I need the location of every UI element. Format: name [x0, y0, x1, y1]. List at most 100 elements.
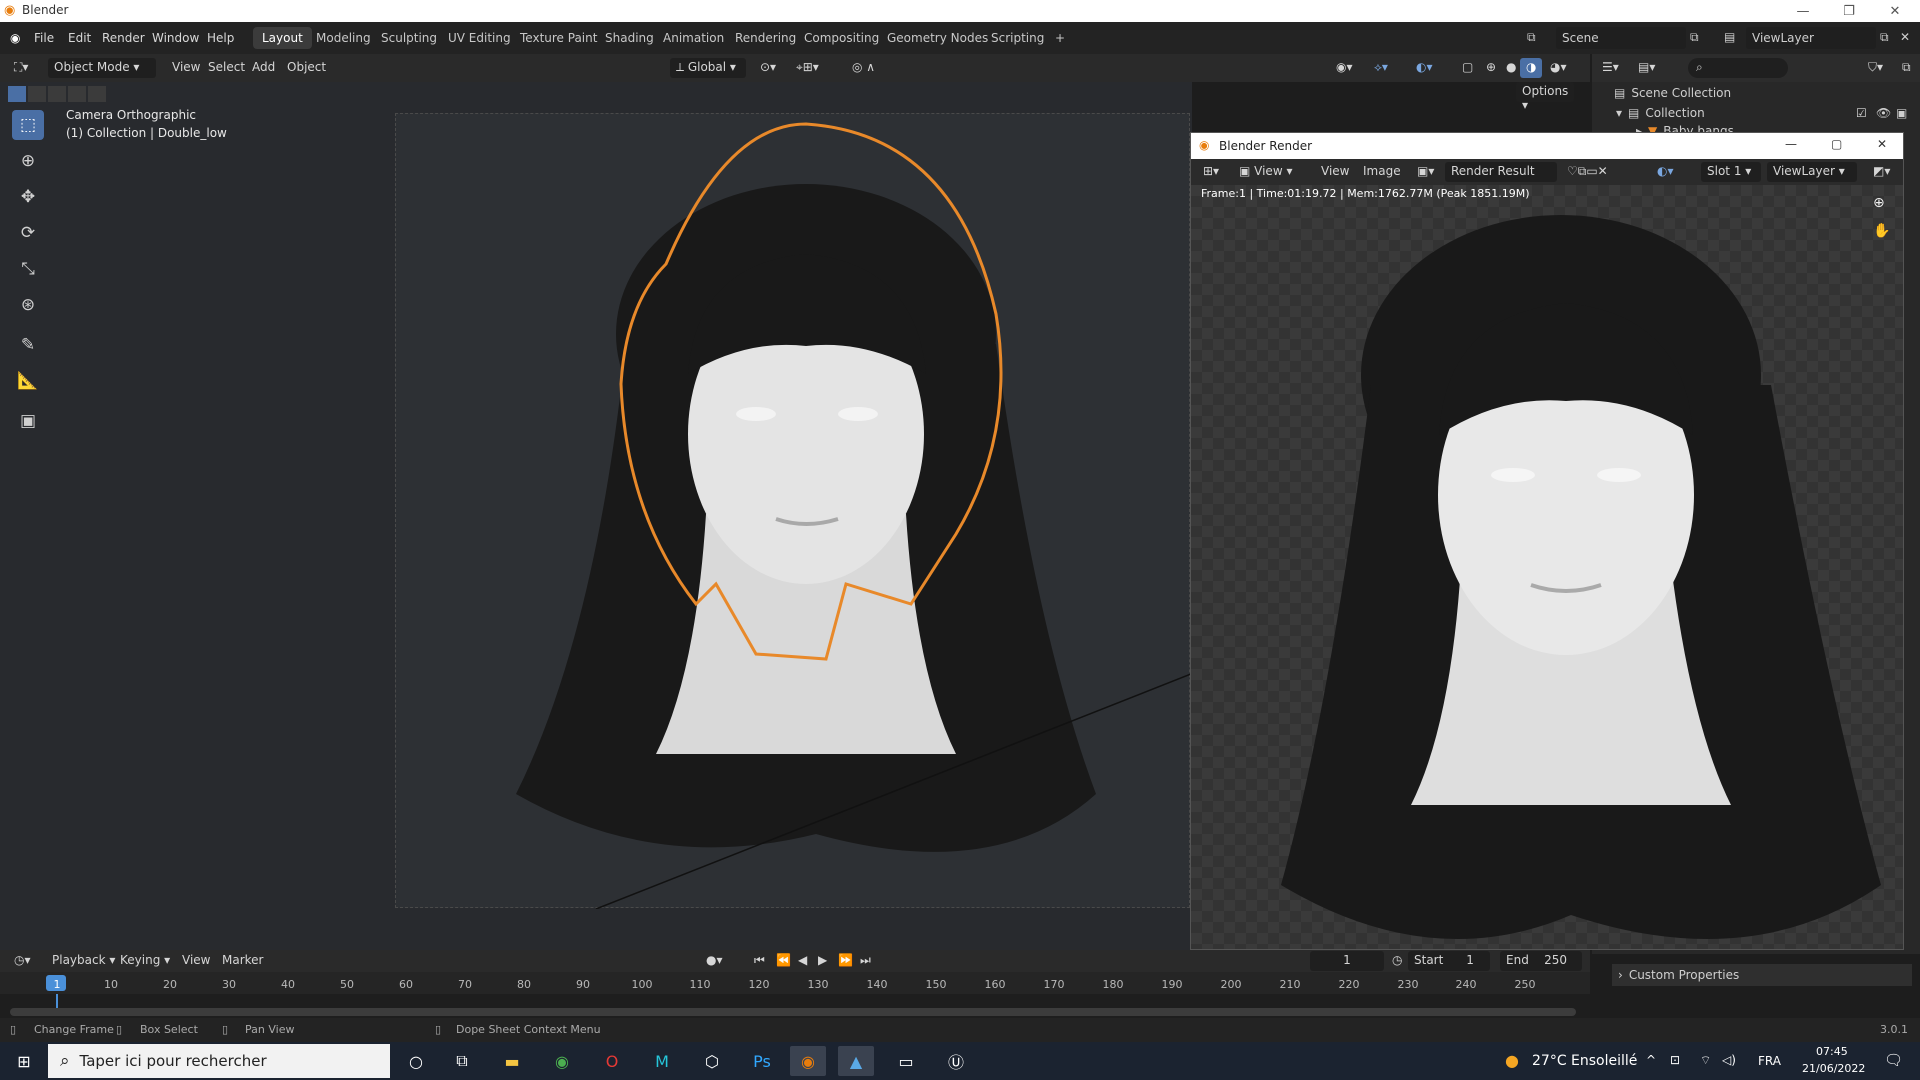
- render-result-image[interactable]: Frame:1 | Time:01:19.72 | Mem:1762.77M (…: [1191, 185, 1903, 949]
- timeline-editor-icon[interactable]: ◷▾: [8, 951, 37, 971]
- menu-timeline-view[interactable]: View: [176, 951, 216, 971]
- filter-icon[interactable]: ⛉▾: [1862, 58, 1889, 78]
- menu-render[interactable]: Render: [102, 31, 145, 45]
- mode-selector[interactable]: Object Mode ▾: [48, 58, 156, 78]
- editor-type-icon[interactable]: ⛶▾: [8, 58, 34, 78]
- tab-sculpting[interactable]: Sculpting: [372, 27, 446, 49]
- task-view-icon[interactable]: ⧉: [444, 1046, 480, 1076]
- render-minimize-button[interactable]: —: [1785, 137, 1797, 151]
- transform-orientation[interactable]: ⟂ Global ▾: [670, 58, 746, 78]
- xray-icon[interactable]: ▢: [1456, 58, 1479, 78]
- scale-tool-icon[interactable]: ⤡: [12, 254, 44, 284]
- overlay-icon[interactable]: ◐▾: [1410, 58, 1439, 78]
- measure-tool-icon[interactable]: 📐: [12, 366, 44, 396]
- blender-taskbar-icon[interactable]: ◉: [790, 1046, 826, 1076]
- select-mode-buttons[interactable]: [8, 86, 142, 106]
- render-camera-icon[interactable]: ▣: [1896, 106, 1907, 120]
- render-close-button[interactable]: ✕: [1877, 137, 1887, 151]
- select-box-tool-icon[interactable]: ⬚: [12, 110, 44, 140]
- outliner-scene-collection[interactable]: ▤ Scene Collection: [1614, 86, 1731, 100]
- wifi-icon[interactable]: ⌔: [1700, 1053, 1711, 1068]
- move-tool-icon[interactable]: ✥: [12, 182, 44, 212]
- annotate-tool-icon[interactable]: ✎: [12, 330, 44, 360]
- end-frame-field[interactable]: End 250: [1500, 951, 1582, 971]
- scene-selector[interactable]: Scene: [1556, 27, 1686, 49]
- tab-geometry-nodes[interactable]: Geometry Nodes: [878, 27, 997, 49]
- slot-selector[interactable]: Slot 1 ▾: [1701, 162, 1761, 182]
- add-cube-tool-icon[interactable]: ▣: [12, 406, 44, 436]
- rotate-tool-icon[interactable]: ⟳: [12, 218, 44, 248]
- menu-add[interactable]: Add: [246, 58, 281, 78]
- play-reverse-icon[interactable]: ◀: [792, 951, 813, 971]
- menu-window[interactable]: Window: [152, 31, 199, 45]
- play-icon[interactable]: ▶: [812, 951, 833, 971]
- overlay-icon[interactable]: ◐▾: [1651, 162, 1680, 182]
- remove-view-layer-icon[interactable]: ✕: [1900, 30, 1910, 44]
- zoom-icon[interactable]: ⊕: [1873, 195, 1885, 211]
- render-window[interactable]: ◉ Blender Render — ▢ ✕ ⊞▾ ▣ View ▾ View …: [1190, 132, 1904, 950]
- close-button[interactable]: ✕: [1872, 0, 1918, 22]
- photos-icon[interactable]: ▲: [838, 1046, 874, 1076]
- view-layer-selector[interactable]: ViewLayer: [1746, 27, 1876, 49]
- cursor-tool-icon[interactable]: ⊕: [12, 146, 44, 176]
- tray-expand-icon[interactable]: ^: [1646, 1053, 1656, 1067]
- tab-modeling[interactable]: Modeling: [307, 27, 380, 49]
- add-workspace-button[interactable]: +: [1046, 27, 1074, 49]
- minimize-button[interactable]: —: [1780, 0, 1826, 22]
- jump-end-icon[interactable]: ⏭: [854, 951, 877, 971]
- proportional-edit-icon[interactable]: ◎ ∧: [846, 58, 881, 78]
- network-icon[interactable]: ⊡: [1670, 1053, 1680, 1067]
- display-mode-icon[interactable]: ▤▾: [1632, 58, 1661, 78]
- wireframe-shading-icon[interactable]: ⊕: [1480, 58, 1502, 78]
- display-channels-icon[interactable]: ◩▾: [1867, 162, 1896, 182]
- pivot-icon[interactable]: ⊙▾: [754, 58, 782, 78]
- custom-properties-panel[interactable]: › Custom Properties: [1612, 964, 1912, 986]
- opera-icon[interactable]: O: [594, 1046, 630, 1076]
- start-frame-field[interactable]: Start 1: [1408, 951, 1490, 971]
- tab-shading[interactable]: Shading: [596, 27, 663, 49]
- visibility-icon[interactable]: ◉▾: [1330, 58, 1359, 78]
- rendered-shading-icon[interactable]: ◕▾: [1544, 58, 1573, 78]
- render-menu-image[interactable]: Image: [1357, 162, 1407, 182]
- blender-menu-icon[interactable]: ◉: [10, 31, 20, 45]
- tab-texture-paint[interactable]: Texture Paint: [511, 27, 606, 49]
- maximize-button[interactable]: ❐: [1826, 0, 1872, 22]
- gizmo-icon[interactable]: ⟡▾: [1368, 58, 1394, 78]
- snap-icon[interactable]: ⌖⊞▾: [790, 58, 825, 78]
- weather-text[interactable]: 27°C Ensoleillé: [1532, 1053, 1637, 1069]
- volume-icon[interactable]: ◁): [1722, 1053, 1736, 1067]
- taskbar-search-input[interactable]: ⌕ Taper ici pour rechercher: [48, 1044, 390, 1078]
- image-browse-icon[interactable]: ▣▾: [1411, 162, 1440, 182]
- app-window-icon[interactable]: ▭: [888, 1046, 924, 1076]
- clock-icon[interactable]: ◷: [1386, 951, 1408, 971]
- current-frame-field[interactable]: 1: [1310, 951, 1384, 971]
- jump-start-icon[interactable]: ⏮: [748, 951, 771, 971]
- new-collection-icon[interactable]: ⧉: [1896, 58, 1917, 78]
- material-shading-icon[interactable]: ◑: [1520, 58, 1543, 78]
- clock-time[interactable]: 07:45: [1816, 1045, 1848, 1058]
- fake-user-icon[interactable]: ♡⧉▭✕: [1561, 162, 1614, 182]
- menu-file[interactable]: File: [34, 31, 54, 45]
- transform-tool-icon[interactable]: ⊛: [12, 290, 44, 320]
- menu-keying[interactable]: Keying ▾: [114, 951, 176, 971]
- visibility-eye-icon[interactable]: 👁: [1876, 106, 1891, 120]
- timeline-area[interactable]: 1 10 20 30 40 50 60 70 80 90 100 110 120…: [0, 972, 1590, 1020]
- outliner-collection-row[interactable]: ▾ ▤ Collection: [1616, 106, 1705, 120]
- outliner-editor-icon[interactable]: ☰▾: [1596, 58, 1625, 78]
- render-maximize-button[interactable]: ▢: [1831, 137, 1842, 151]
- pan-hand-icon[interactable]: ✋: [1873, 223, 1890, 239]
- timeline-scrollbar[interactable]: [10, 1008, 1576, 1016]
- image-view-mode[interactable]: ▣ View ▾: [1233, 162, 1298, 182]
- menu-playback[interactable]: Playback ▾: [46, 951, 121, 971]
- record-icon[interactable]: ●▾: [700, 951, 729, 971]
- file-explorer-icon[interactable]: ▬: [494, 1046, 530, 1076]
- chrome-icon[interactable]: ◉: [544, 1046, 580, 1076]
- tab-compositing[interactable]: Compositing: [795, 27, 888, 49]
- app-m-icon[interactable]: M: [644, 1046, 680, 1076]
- 3d-app-icon[interactable]: ⬡: [694, 1046, 730, 1076]
- render-menu-view[interactable]: View: [1315, 162, 1355, 182]
- tab-rendering[interactable]: Rendering: [726, 27, 805, 49]
- menu-edit[interactable]: Edit: [68, 31, 91, 45]
- new-scene-icon[interactable]: ⧉: [1690, 30, 1699, 45]
- new-view-layer-icon[interactable]: ⧉: [1880, 30, 1889, 45]
